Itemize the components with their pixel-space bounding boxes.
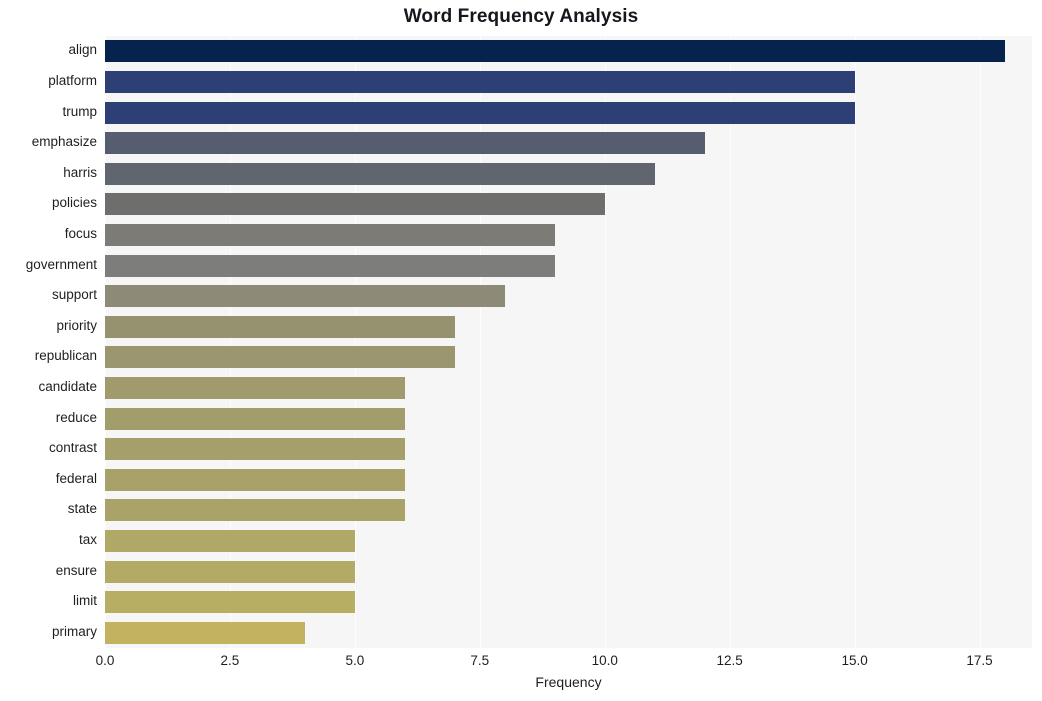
- plot-area: [105, 36, 1032, 648]
- bar[interactable]: [105, 40, 1005, 63]
- bar-row[interactable]: [105, 40, 1032, 63]
- bar-row[interactable]: [105, 162, 1032, 185]
- y-tick-label: policies: [51, 195, 97, 211]
- y-tick-label: focus: [64, 225, 97, 241]
- chart-title: Word Frequency Analysis: [403, 6, 639, 27]
- bar[interactable]: [105, 438, 405, 461]
- bar-row[interactable]: [105, 346, 1032, 369]
- x-tick-label: 0.0: [95, 653, 115, 668]
- bar-row[interactable]: [105, 407, 1032, 430]
- x-tick-label: 5.0: [345, 653, 365, 668]
- y-tick-label: support: [51, 287, 97, 303]
- y-tick-label: platform: [48, 72, 97, 88]
- bar-row[interactable]: [105, 315, 1032, 338]
- bar-row[interactable]: [105, 285, 1032, 308]
- x-tick-label: 15.0: [841, 653, 868, 668]
- bar-row[interactable]: [105, 591, 1032, 614]
- bar[interactable]: [105, 468, 405, 491]
- bar-row[interactable]: [105, 193, 1032, 216]
- x-tick-label: 12.5: [716, 653, 743, 668]
- bar[interactable]: [105, 621, 305, 644]
- y-tick-label: trump: [62, 103, 97, 119]
- bar[interactable]: [105, 499, 405, 522]
- bar[interactable]: [105, 193, 605, 216]
- y-tick-label: align: [68, 42, 97, 58]
- x-tick-label: 17.5: [966, 653, 993, 668]
- bar-row[interactable]: [105, 499, 1032, 522]
- bar-row[interactable]: [105, 529, 1032, 552]
- bar-row[interactable]: [105, 70, 1032, 93]
- y-tick-label: primary: [51, 623, 97, 639]
- y-tick-label: contrast: [48, 440, 97, 456]
- chart-figure: Word Frequency Analysis align platform tru…: [0, 0, 1042, 701]
- y-tick-label: harris: [63, 164, 97, 180]
- bar-row[interactable]: [105, 468, 1032, 491]
- y-tick-label: candidate: [38, 378, 97, 394]
- bar[interactable]: [105, 591, 355, 614]
- bar[interactable]: [105, 560, 355, 583]
- bar[interactable]: [105, 162, 655, 185]
- bar[interactable]: [105, 529, 355, 552]
- y-tick-label: priority: [56, 317, 97, 333]
- x-tick-label: 7.5: [470, 653, 490, 668]
- x-axis-title: Frequency: [535, 674, 602, 690]
- bar[interactable]: [105, 407, 405, 430]
- y-tick-label: ensure: [55, 562, 97, 578]
- bar-row[interactable]: [105, 438, 1032, 461]
- y-tick-label: tax: [78, 531, 97, 547]
- y-tick-label: limit: [73, 593, 97, 609]
- bar[interactable]: [105, 254, 555, 277]
- bar[interactable]: [105, 223, 555, 246]
- bar[interactable]: [105, 132, 705, 155]
- y-tick-label: republican: [34, 348, 97, 364]
- y-axis: align platform trump emphasize harris policie…: [0, 36, 97, 648]
- bars-layer: [105, 36, 1032, 648]
- bar-row[interactable]: [105, 223, 1032, 246]
- bar[interactable]: [105, 101, 855, 124]
- y-tick-label: federal: [55, 470, 97, 486]
- bar-row[interactable]: [105, 621, 1032, 644]
- y-tick-label: state: [67, 501, 97, 517]
- bar[interactable]: [105, 346, 455, 369]
- bar[interactable]: [105, 376, 405, 399]
- bar-row[interactable]: [105, 101, 1032, 124]
- bar-row[interactable]: [105, 132, 1032, 155]
- bar[interactable]: [105, 70, 855, 93]
- y-tick-label: reduce: [55, 409, 97, 425]
- bar-row[interactable]: [105, 560, 1032, 583]
- bar-row[interactable]: [105, 254, 1032, 277]
- y-tick-label: government: [25, 256, 97, 272]
- x-tick-label: 2.5: [220, 653, 240, 668]
- y-tick-label: emphasize: [31, 134, 97, 150]
- x-axis: 0.0 2.5 5.0 7.5 10.0 12.5 15.0 17.5: [96, 648, 1032, 672]
- bar-row[interactable]: [105, 376, 1032, 399]
- bar[interactable]: [105, 285, 505, 308]
- x-tick-label: 10.0: [591, 653, 618, 668]
- bar[interactable]: [105, 315, 455, 338]
